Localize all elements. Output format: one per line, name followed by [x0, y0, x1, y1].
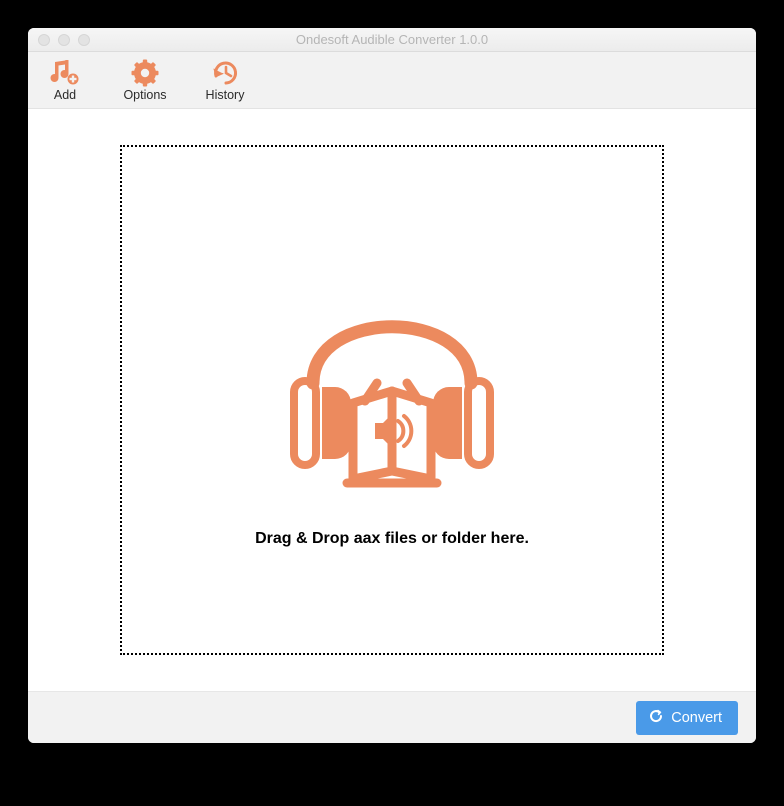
minimize-window-button[interactable]	[58, 34, 70, 46]
dropzone-instruction: Drag & Drop aax files or folder here.	[255, 530, 529, 548]
toolbar: Add Options	[28, 52, 756, 109]
history-button[interactable]: History	[198, 58, 252, 102]
history-label: History	[206, 88, 245, 102]
footer: Convert	[28, 691, 756, 743]
history-icon	[210, 58, 240, 88]
zoom-window-button[interactable]	[78, 34, 90, 46]
window-title: Ondesoft Audible Converter 1.0.0	[28, 32, 756, 47]
music-add-icon	[50, 58, 80, 88]
file-dropzone[interactable]: Drag & Drop aax files or folder here.	[120, 145, 664, 655]
add-button[interactable]: Add	[38, 58, 92, 102]
app-window: Ondesoft Audible Converter 1.0.0	[28, 28, 756, 743]
add-label: Add	[54, 88, 76, 102]
close-window-button[interactable]	[38, 34, 50, 46]
window-controls	[28, 34, 90, 46]
gear-icon	[130, 58, 160, 88]
options-label: Options	[123, 88, 166, 102]
refresh-icon	[648, 708, 664, 728]
audiobook-headphones-icon	[277, 253, 507, 508]
main-content: Drag & Drop aax files or folder here.	[28, 109, 756, 691]
options-button[interactable]: Options	[118, 58, 172, 102]
convert-label: Convert	[671, 710, 722, 726]
titlebar: Ondesoft Audible Converter 1.0.0	[28, 28, 756, 52]
convert-button[interactable]: Convert	[636, 701, 738, 735]
